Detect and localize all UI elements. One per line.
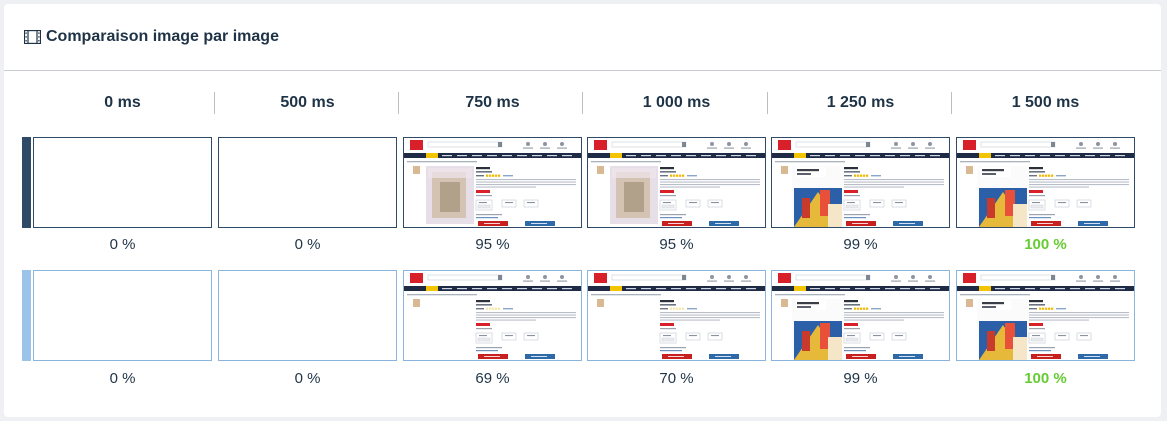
price [1029,190,1043,193]
filmstrip-frame[interactable] [218,137,397,228]
price [844,190,858,193]
column-header: 1 250 ms [826,94,895,111]
visual-completeness-percent: 69 % [475,369,510,387]
page-thumbnail [772,138,949,227]
visual-completeness-percent: 0 % [109,235,136,253]
filmstrip-frame[interactable] [33,270,212,361]
column-divider [582,92,583,114]
search-bar [795,141,871,148]
visual-completeness-percent: 0 % [294,235,321,253]
price [1029,323,1043,326]
blank-frame [219,271,396,360]
filmstrip-frame[interactable] [587,270,766,361]
column-header: 500 ms [280,94,335,111]
page-thumbnail [772,271,949,360]
visual-completeness-percent: 0 % [109,369,136,387]
visual-completeness-percent: 100 % [1024,369,1067,387]
filmstrip-frame[interactable] [771,270,950,361]
filmstrip-frame[interactable] [587,137,766,228]
panel-header: Comparaison image par image [4,4,1161,71]
column-divider [398,92,399,114]
search-bar [980,274,1056,281]
blank-frame [34,138,211,227]
search-bar [427,141,503,148]
search-bar [611,274,687,281]
column-header: 1 000 ms [642,94,711,111]
visual-completeness-percent: 99 % [843,369,878,387]
brand-logo [778,140,791,150]
price [660,323,674,326]
column-divider [951,92,952,114]
filmstrip-frame[interactable] [33,137,212,228]
search-bar [795,274,871,281]
brand-logo [963,273,976,283]
visual-completeness-percent: 95 % [659,235,694,253]
page-thumbnail [957,271,1134,360]
price [660,190,674,193]
filmstrip-frame[interactable] [771,137,950,228]
panel-title: Comparaison image par image [24,28,279,46]
page-thumbnail [404,271,581,359]
search-bar [611,141,687,148]
brand-logo [594,140,607,150]
price [844,323,858,326]
column-divider [767,92,768,114]
blank-frame [34,271,211,360]
page-thumbnail [404,138,581,226]
row-color-indicator [22,270,31,361]
blank-frame [219,138,396,227]
brand-logo [410,140,423,150]
page-thumbnail [588,271,765,359]
brand-logo [410,273,423,283]
panel-title-text: Comparaison image par image [46,28,279,45]
price [476,323,490,326]
row-color-indicator [22,137,31,228]
filmstrip-frame[interactable] [403,137,582,228]
search-bar [980,141,1056,148]
column-header: 1 500 ms [1011,94,1080,111]
brand-logo [963,140,976,150]
filmstrip-frame[interactable] [956,137,1135,228]
column-divider [214,92,215,114]
visual-completeness-percent: 0 % [294,369,321,387]
filmstrip-frame[interactable] [956,270,1135,361]
filmstrip-frame[interactable] [403,270,582,361]
visual-completeness-percent: 100 % [1024,235,1067,253]
visual-completeness-percent: 95 % [475,235,510,253]
brand-logo [778,273,791,283]
visual-completeness-percent: 70 % [659,369,694,387]
search-bar [427,274,503,281]
page-thumbnail [957,138,1134,227]
price [476,190,490,193]
brand-logo [594,273,607,283]
column-header: 750 ms [465,94,520,111]
column-header: 0 ms [104,94,141,111]
visual-completeness-percent: 99 % [843,235,878,253]
page-thumbnail [588,138,765,226]
filmstrip-frame[interactable] [218,270,397,361]
film-icon [24,30,41,44]
